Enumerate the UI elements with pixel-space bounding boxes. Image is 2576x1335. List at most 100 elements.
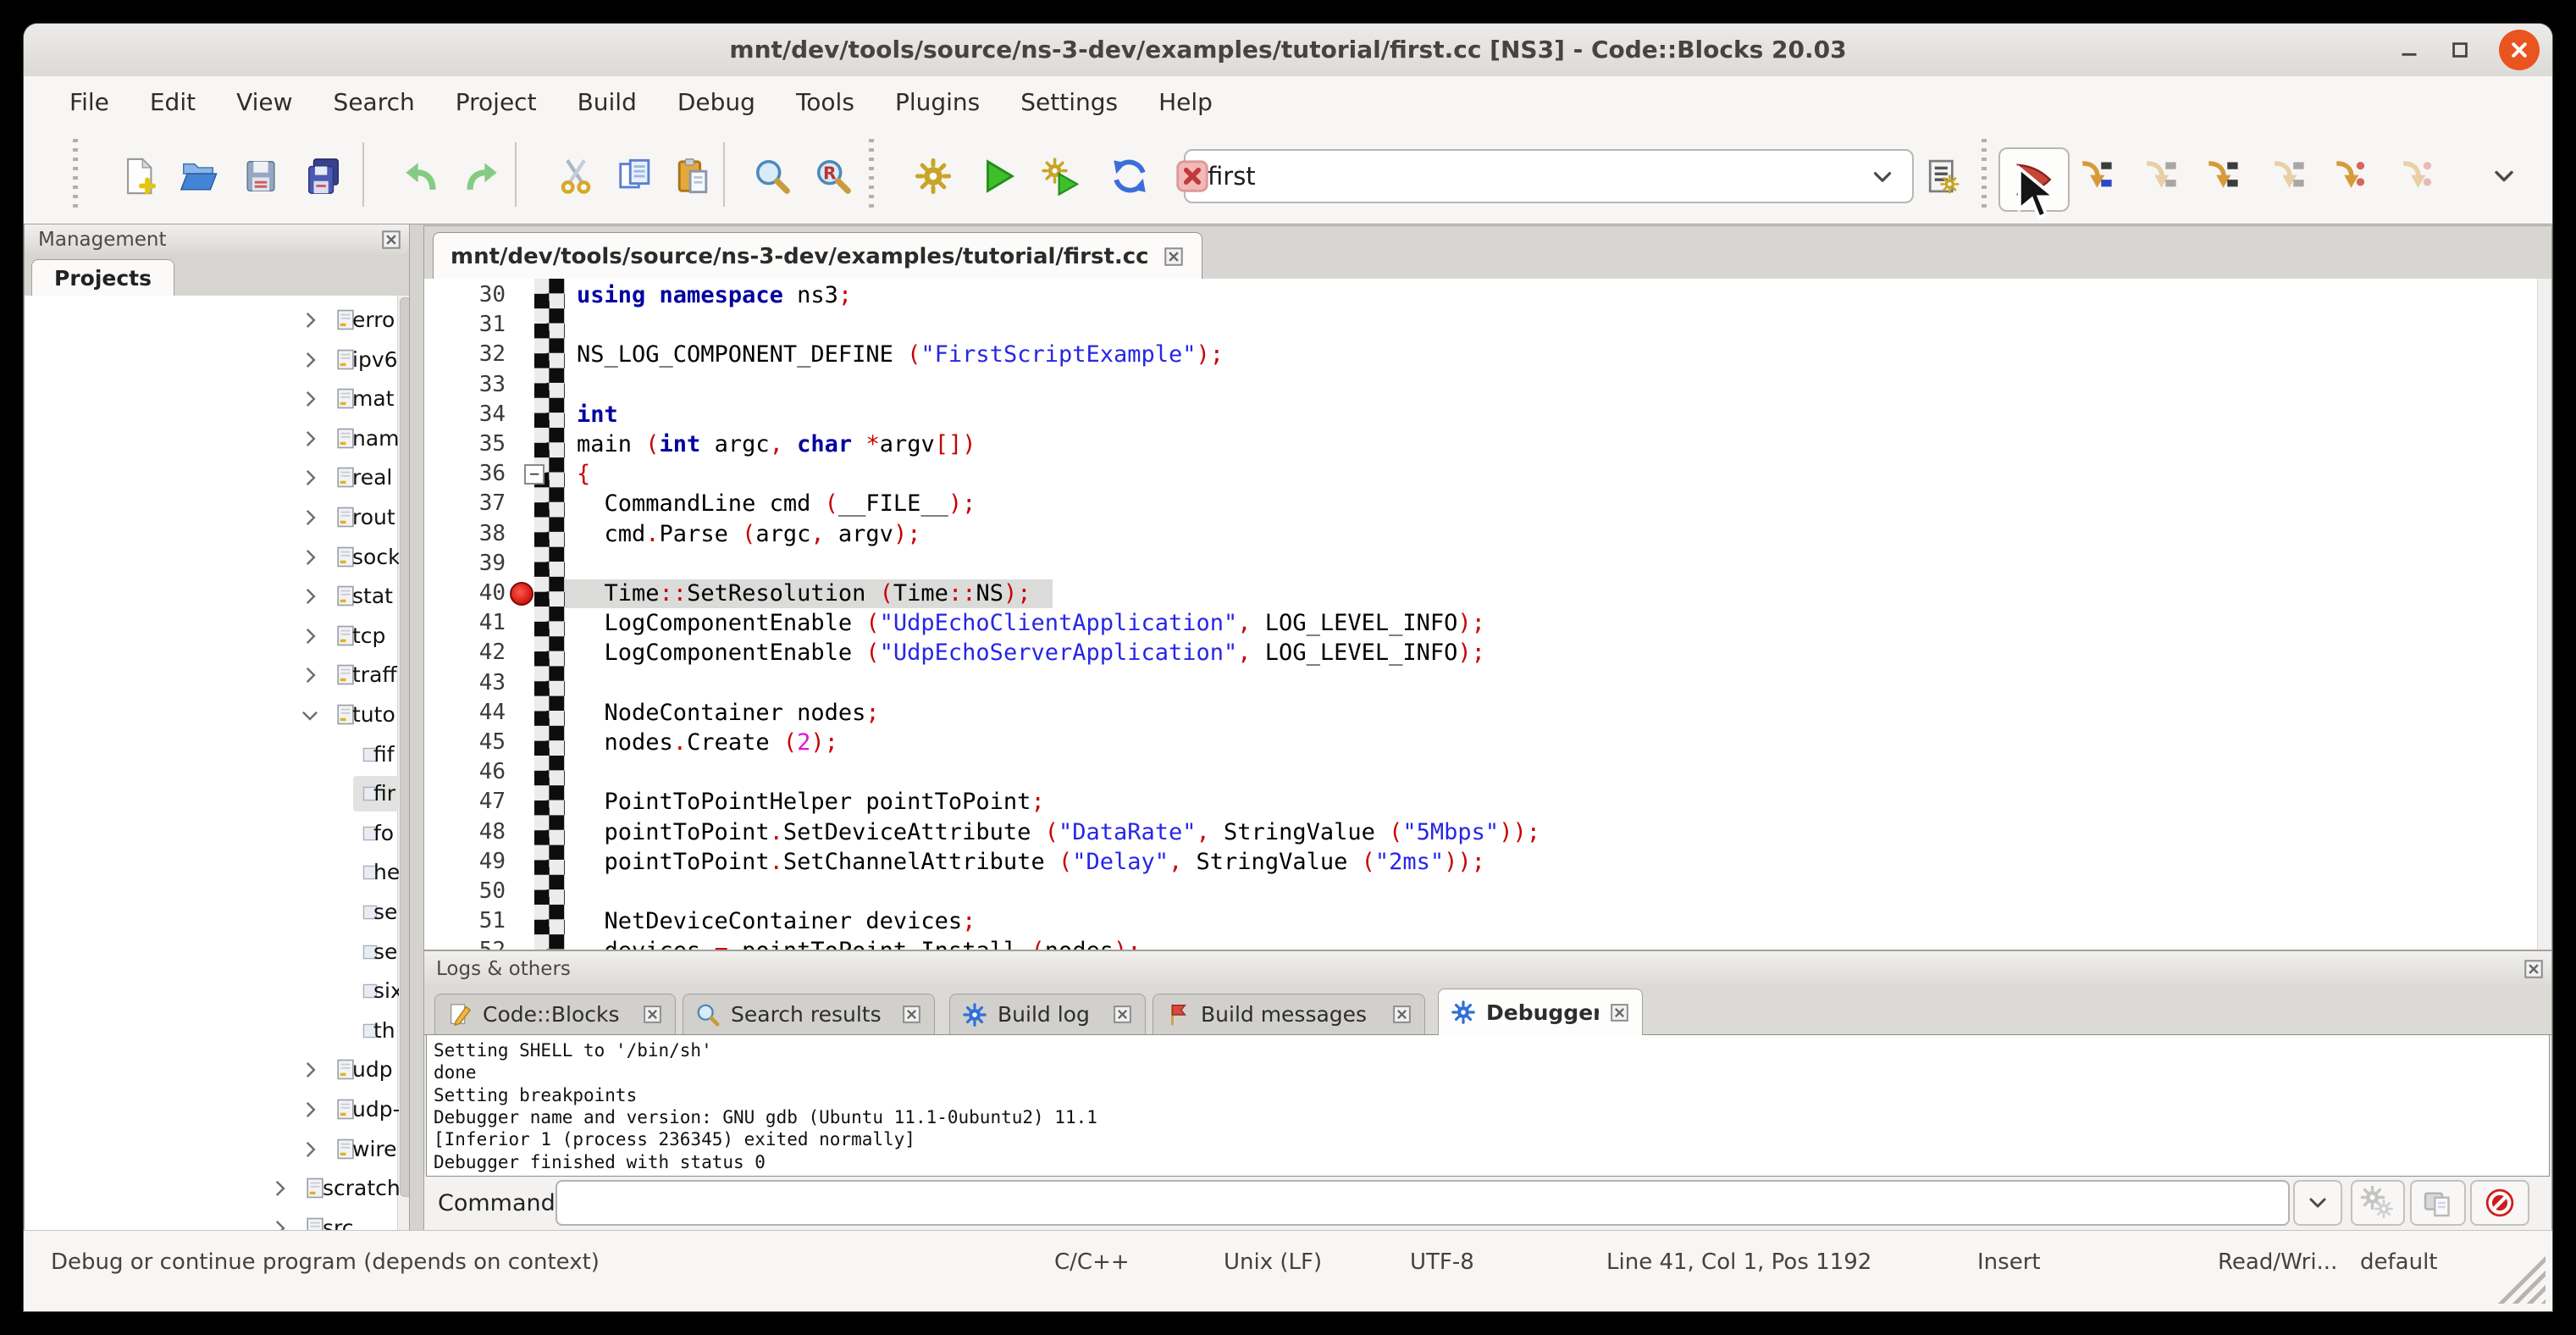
tree-item-erro[interactable]: erro [25,301,399,340]
chevron-right-icon[interactable] [268,1177,290,1199]
step-out-button[interactable] [2263,152,2310,200]
chevron-down-button[interactable] [2293,1180,2342,1226]
tree-item-src[interactable]: src [25,1209,399,1231]
chevron-right-icon[interactable] [268,1217,290,1231]
code-line-46[interactable]: 46 [424,757,2551,788]
tree-item-fir[interactable]: fir [25,774,399,813]
run-button[interactable] [974,152,1021,200]
copy-button[interactable] [611,152,659,200]
code-line-44[interactable]: 44 NodeContainer nodes; [424,698,2551,728]
debugger-output[interactable]: Setting SHELL to '/bin/sh'doneSetting br… [426,1034,2550,1177]
chevron-right-icon[interactable] [299,546,321,568]
chevron-right-icon[interactable] [299,388,321,410]
fold-margin[interactable] [534,279,565,950]
titlebar[interactable]: mnt/dev/tools/source/ns-3-dev/examples/t… [24,24,2552,77]
chevron-right-icon[interactable] [299,1138,321,1161]
menu-help[interactable]: Help [1138,81,1233,123]
code-line-40[interactable]: 40 Time::SetResolution (Time::NS); [424,579,2551,609]
close-small-icon[interactable] [1609,1002,1630,1023]
chevron-right-icon[interactable] [299,664,321,686]
close-button[interactable] [2499,30,2540,70]
close-small-icon[interactable] [1112,1004,1133,1025]
tree-item-fo[interactable]: fo [25,814,399,853]
editor-tab-close-icon[interactable] [1163,246,1185,268]
cut-button[interactable] [552,152,600,200]
tree-item-nam[interactable]: nam [25,419,399,458]
save-all-button[interactable] [300,152,347,200]
editor-tab-first-cc[interactable]: mnt/dev/tools/source/ns-3-dev/examples/t… [433,232,1202,280]
find-button[interactable] [749,152,796,200]
resize-grip[interactable] [2493,1251,2546,1304]
step-into-button[interactable] [2197,152,2244,200]
build-and-run-button[interactable] [1036,152,1084,200]
code-line-52[interactable]: 52 devices = pointToPoint.Install (nodes… [424,936,2551,950]
menu-build[interactable]: Build [557,81,657,123]
code-line-35[interactable]: 35main (int argc, char *argv[]) [424,429,2551,460]
menu-edit[interactable]: Edit [130,81,216,123]
chevron-down-icon[interactable] [1868,163,1897,191]
debug-toolbar-grip[interactable] [1982,139,1987,210]
code-line-34[interactable]: 34int [424,400,2551,430]
new-file-button[interactable] [115,152,163,200]
menu-tools[interactable]: Tools [776,81,875,123]
code-line-49[interactable]: 49 pointToPoint.SetChannelAttribute ("De… [424,847,2551,878]
code-line-33[interactable]: 33 [424,370,2551,401]
run-to-cursor-button[interactable] [2070,152,2118,200]
toolbar-grip[interactable] [869,139,874,210]
tree-item-six[interactable]: six [25,972,399,1011]
menu-debug[interactable]: Debug [657,81,776,123]
command-input[interactable] [556,1180,2290,1226]
chevron-right-icon[interactable] [299,467,321,489]
tree-item-stat[interactable]: stat [25,577,399,616]
chevron-right-icon[interactable] [299,507,321,529]
code-line-30[interactable]: 30using namespace ns3; [424,280,2551,311]
tree-item-tuto[interactable]: tuto [25,695,399,734]
save-button[interactable] [237,152,285,200]
target-list-button[interactable] [1918,152,1965,200]
tree-item-rout[interactable]: rout [25,498,399,537]
breakpoint-marker[interactable] [510,582,533,606]
toolbar-grip[interactable] [73,139,78,210]
rebuild-button[interactable] [1106,152,1153,200]
close-small-icon[interactable] [901,1004,922,1025]
code-area[interactable]: 30using namespace ns3;3132NS_LOG_COMPONE… [424,279,2551,950]
editor-scrollbar[interactable] [2537,279,2551,950]
maximize-button[interactable] [2444,34,2476,66]
tab-projects[interactable]: Projects [31,259,174,296]
minimize-button[interactable] [2393,34,2425,66]
abort-build-button[interactable] [1169,152,1216,200]
menu-search[interactable]: Search [313,81,435,123]
logs-tab-search-results[interactable]: Search results [683,994,935,1034]
code-line-48[interactable]: 48 pointToPoint.SetDeviceAttribute ("Dat… [424,817,2551,848]
tree-item-udp[interactable]: udp [25,1050,399,1089]
code-line-31[interactable]: 31 [424,310,2551,341]
chevron-right-icon[interactable] [299,349,321,371]
tree-item-ipv6[interactable]: ipv6 [25,341,399,379]
chevron-right-icon[interactable] [299,428,321,450]
tree-item-th[interactable]: th [25,1011,399,1050]
stop-button[interactable] [2470,1180,2529,1226]
tree-item-scratch[interactable]: scratch [25,1169,399,1208]
code-line-32[interactable]: 32NS_LOG_COMPONENT_DEFINE ("FirstScriptE… [424,340,2551,370]
management-close-icon[interactable] [380,229,402,251]
menu-plugins[interactable]: Plugins [875,81,1000,123]
chevron-right-icon[interactable] [299,1099,321,1121]
tree-item-udp[interactable]: udp- [25,1090,399,1129]
menu-project[interactable]: Project [435,81,557,123]
close-small-icon[interactable] [642,1004,663,1025]
code-line-41[interactable]: 41 LogComponentEnable ("UdpEchoClientApp… [424,608,2551,639]
fold-collapse-icon[interactable]: − [524,464,544,485]
next-instruction-button[interactable] [2324,152,2372,200]
chevron-right-icon[interactable] [299,625,321,647]
logs-tab-debugger[interactable]: Debugger [1438,989,1643,1035]
code-line-38[interactable]: 38 cmd.Parse (argc, argv); [424,519,2551,550]
tree-item-sock[interactable]: sock [25,538,399,577]
build-button[interactable] [909,152,957,200]
tree-item-tcp[interactable]: tcp [25,617,399,656]
code-line-47[interactable]: 47 PointToPointHelper pointToPoint; [424,787,2551,817]
code-line-36[interactable]: 36−{ [424,459,2551,490]
tree-item-traff[interactable]: traff [25,656,399,695]
tree-item-wire[interactable]: wire [25,1130,399,1169]
chevron-right-icon[interactable] [299,585,321,607]
step-into-instruction-button[interactable] [2391,152,2439,200]
